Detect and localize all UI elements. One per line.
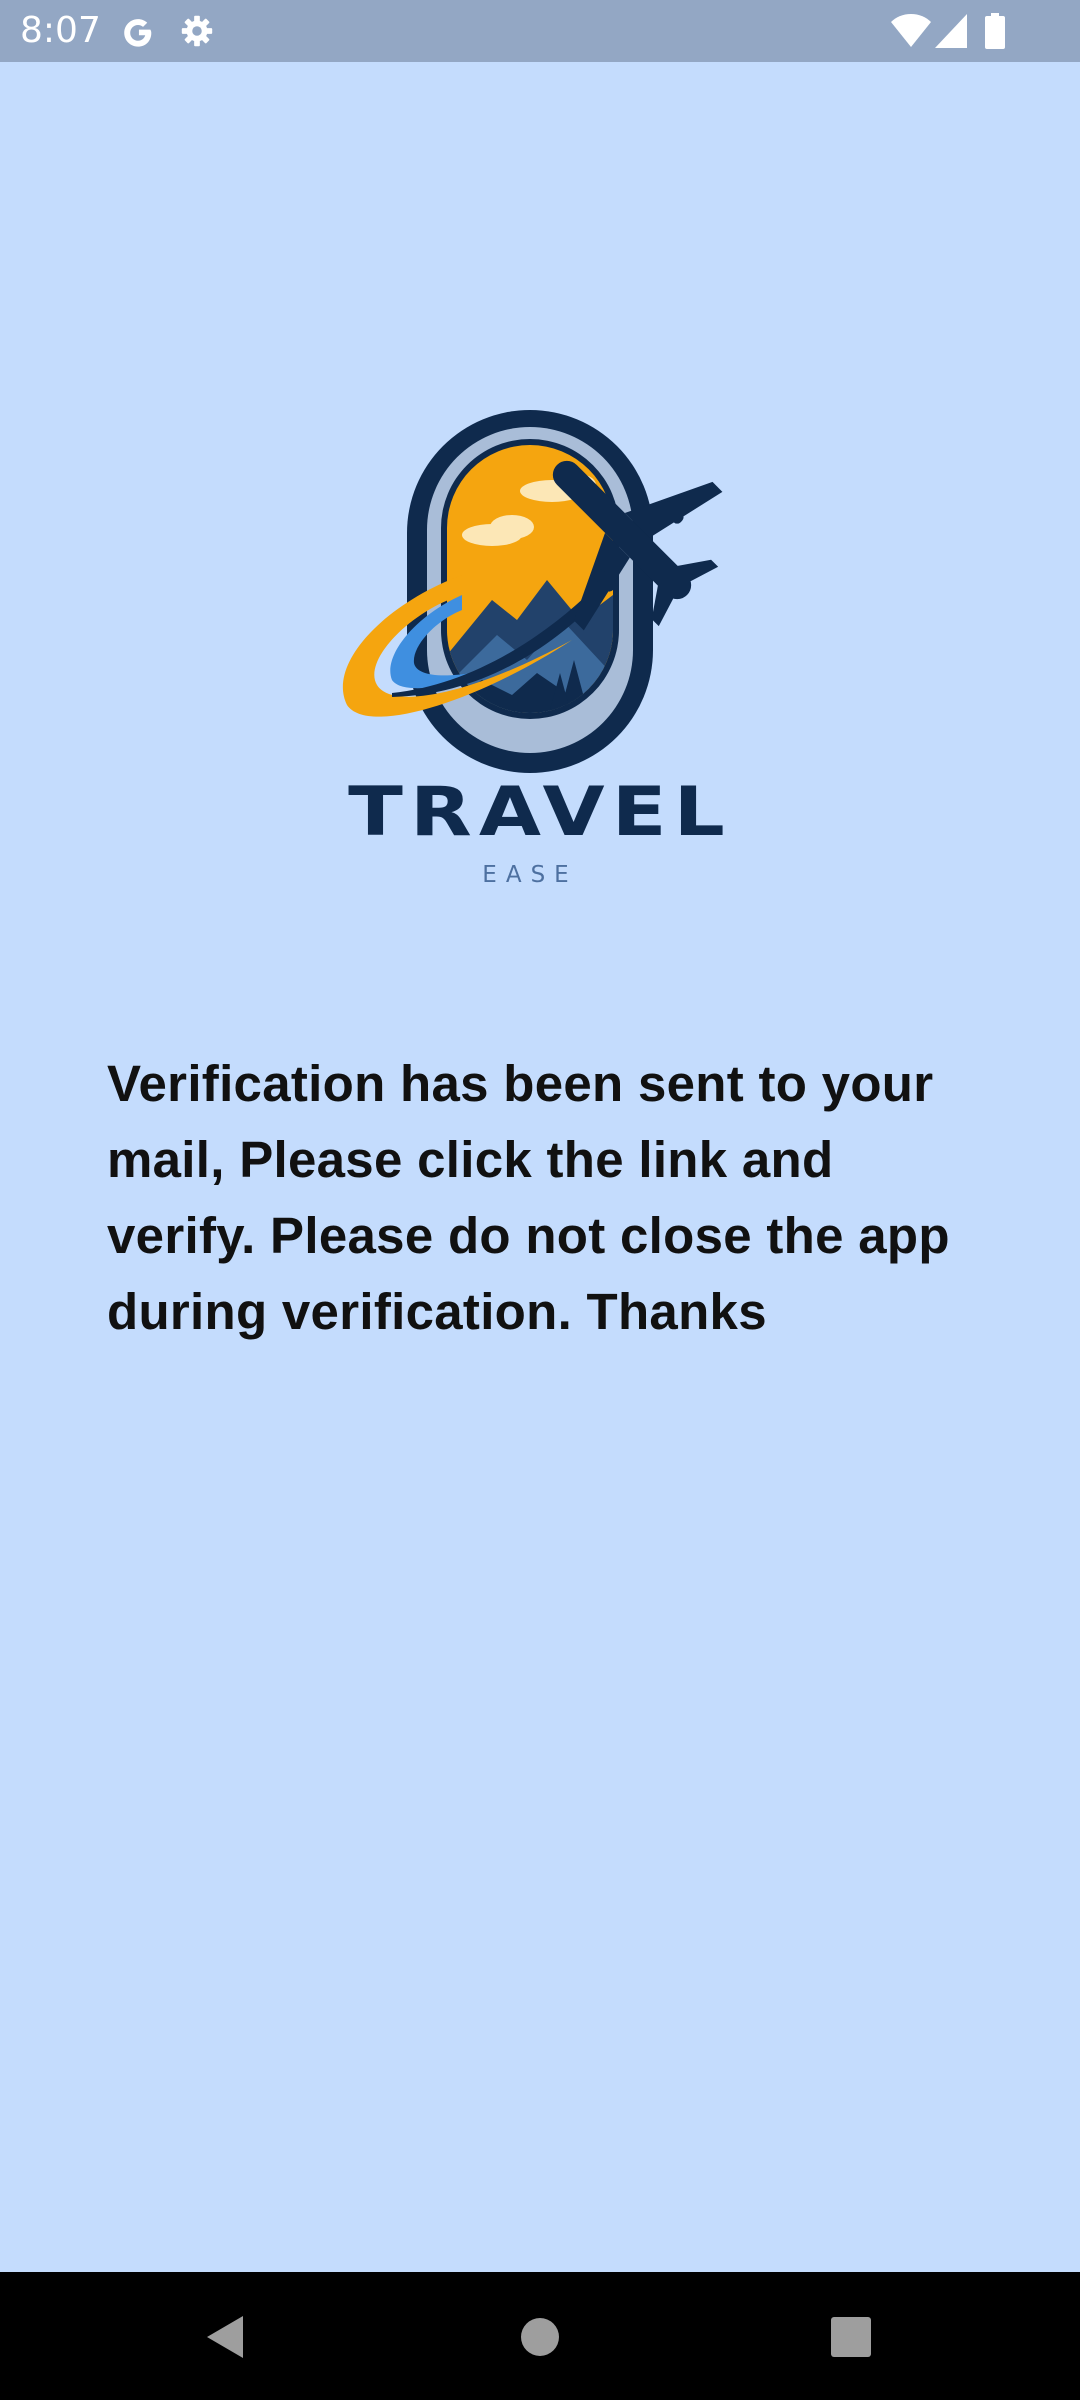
back-icon[interactable]: [191, 2302, 261, 2372]
settings-icon: [181, 15, 213, 47]
status-time: 8:07: [20, 10, 101, 51]
logo-wordmark: TRAVEL: [348, 773, 732, 852]
signal-icon: [935, 14, 967, 48]
travel-ease-logo: [342, 410, 723, 773]
verification-message: Verification has been sent to your mail,…: [107, 1055, 950, 1340]
google-icon: [124, 19, 152, 47]
home-icon[interactable]: [505, 2302, 575, 2372]
logo-tagline: EASE: [482, 862, 578, 888]
wifi-icon: [891, 14, 931, 47]
battery-icon: [985, 13, 1005, 49]
navigation-bar: [0, 2272, 1080, 2400]
recents-icon[interactable]: [816, 2302, 886, 2372]
status-bar: 8:07: [0, 0, 1080, 62]
